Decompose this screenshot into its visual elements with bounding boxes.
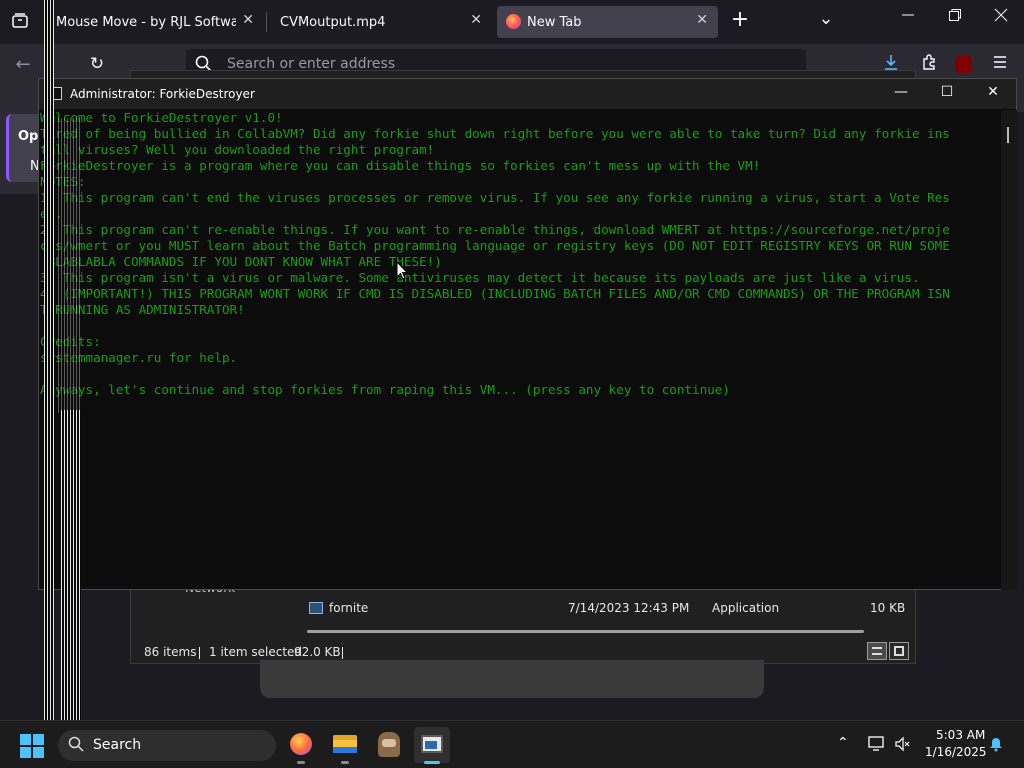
clock-date[interactable]: 1/16/2025 <box>925 745 987 759</box>
clock-time[interactable]: 5:03 AM <box>936 728 985 742</box>
taskbar: Search ⌃ 5:03 AM 1/16/2025 <box>0 720 1024 768</box>
running-indicator <box>341 761 349 764</box>
tab-label: CVMoutput.mp4 <box>280 14 386 30</box>
tab-label: New Tab <box>527 14 582 30</box>
character-face-icon <box>382 739 396 747</box>
console-line: Anyways, let's continue and stop forkies… <box>40 382 730 397</box>
close-button[interactable]: ✕ <box>978 84 1008 100</box>
firefox-view-icon[interactable] <box>10 12 30 32</box>
selection-count: 1 item selected <box>209 645 303 659</box>
console-line: 1. This program can't end the viruses pr… <box>40 190 950 205</box>
render-glitch-strip <box>44 0 54 768</box>
console-scrollbar[interactable] <box>1001 110 1017 590</box>
file-name[interactable]: fornite <box>329 601 368 615</box>
render-glitch-strip <box>58 118 80 413</box>
mouse-cursor-icon <box>396 260 409 284</box>
scrollbar-thumb[interactable] <box>1007 127 1009 143</box>
running-indicator <box>297 761 305 764</box>
console-line: BLABLABLA COMMANDS IF YOU DONT KNOW WHAT… <box>40 254 442 269</box>
cmd-app-icon-inner <box>425 741 437 749</box>
minimize-button[interactable]: — <box>886 84 916 100</box>
taskbar-file-explorer[interactable] <box>327 727 363 764</box>
tiles-view-button[interactable] <box>889 642 909 660</box>
tab-mouse-move[interactable]: Mouse Move - by RJL Software, Inc. ✕ <box>46 6 264 38</box>
horizontal-scrollbar[interactable] <box>307 630 864 633</box>
firefox-icon <box>290 733 312 755</box>
console-line: 4. (IMPORTANT!) THIS PROGRAM WONT WORK I… <box>40 286 950 301</box>
desktop: Mouse Move - by RJL Software, Inc. ✕ CVM… <box>0 0 1024 768</box>
selection-size: 92.0 KB <box>294 645 341 659</box>
folder-icon-accent <box>333 747 357 753</box>
cmd-title: Administrator: ForkieDestroyer <box>70 87 255 101</box>
browser-tab-bar: Mouse Move - by RJL Software, Inc. ✕ CVM… <box>0 0 1024 44</box>
tab-cvmoutput[interactable]: CVMoutput.mp4 ✕ <box>270 6 492 38</box>
taskbar-cmd[interactable] <box>414 727 450 764</box>
details-view-button[interactable] <box>867 642 887 660</box>
maximize-button[interactable]: ☐ <box>932 84 962 100</box>
active-indicator <box>424 761 440 764</box>
taskbar-search[interactable]: Search <box>58 730 276 761</box>
tab-divider <box>266 12 267 32</box>
console-line: cts/wmert or you MUST learn about the Ba… <box>40 238 950 253</box>
console-line: Welcome to ForkieDestroyer v1.0! <box>40 110 283 125</box>
tab-list-button[interactable]: ⌄ <box>814 8 838 32</box>
volume-muted-icon[interactable] <box>894 736 910 755</box>
firefox-tab-icon <box>506 14 521 29</box>
background-panel <box>260 660 764 698</box>
tab-new-tab[interactable]: New Tab ✕ <box>497 6 718 38</box>
reload-icon[interactable]: ↻ <box>86 54 108 76</box>
page-panel-partial: Ope N <box>0 84 47 194</box>
network-icon[interactable] <box>868 736 886 755</box>
cmd-title-bar[interactable]: Administrator: ForkieDestroyer — ☐ ✕ <box>39 79 1016 109</box>
window-minimize-button[interactable] <box>896 8 920 32</box>
windows-start-icon[interactable] <box>20 734 44 758</box>
status-divider <box>342 647 343 659</box>
taskbar-firefox[interactable] <box>283 727 319 764</box>
menu-icon[interactable] <box>989 54 1011 76</box>
console-line: T RUNNING AS ADMINISTRATOR! <box>40 302 245 317</box>
new-tab-button[interactable]: + <box>728 8 752 32</box>
console-line: ForkieDestroyer is a program where you c… <box>40 158 761 173</box>
tab-label: Mouse Move - by RJL Software, Inc. <box>56 14 236 30</box>
console-output[interactable]: Welcome to ForkieDestroyer v1.0! Tired of… <box>39 110 1001 590</box>
ublock-icon[interactable] <box>955 56 972 73</box>
close-tab-icon[interactable]: ✕ <box>242 12 254 28</box>
cmd-window: Administrator: ForkieDestroyer — ☐ ✕ Wel… <box>38 78 1017 590</box>
show-hidden-icons-chevron-icon[interactable]: ⌃ <box>837 735 849 751</box>
search-icon <box>68 736 84 756</box>
console-line: tall viruses? Well you downloaded the ri… <box>40 142 435 157</box>
console-line: 2. This program can't re-enable things. … <box>40 222 950 237</box>
status-divider <box>199 647 200 659</box>
console-line: et. <box>40 206 1001 222</box>
taskbar-app-character[interactable] <box>371 727 407 763</box>
console-line: 3. This program isn't a virus or malware… <box>40 270 920 285</box>
file-type: Application <box>712 601 780 615</box>
window-restore-button[interactable] <box>943 8 967 32</box>
file-size: 10 KB <box>870 601 906 615</box>
console-line: systemmanager.ru for help. <box>40 350 238 365</box>
file-date: 7/14/2023 12:43 PM <box>568 601 690 615</box>
window-close-button[interactable] <box>989 8 1013 32</box>
console-line: Tired of being bullied in CollabVM? Did … <box>40 126 950 141</box>
render-glitch-strip <box>61 410 81 768</box>
application-icon <box>309 602 323 614</box>
close-tab-icon[interactable]: ✕ <box>696 12 708 28</box>
back-arrow-icon[interactable]: ← <box>12 54 34 76</box>
extensions-icon[interactable] <box>918 53 940 75</box>
console-line: Credits: <box>40 334 101 349</box>
console-line: NOTES: <box>40 174 86 189</box>
search-label: Search <box>93 737 142 753</box>
notification-bell-icon[interactable] <box>988 736 1004 755</box>
item-count: 86 items <box>144 645 197 659</box>
close-tab-icon[interactable]: ✕ <box>470 12 482 28</box>
